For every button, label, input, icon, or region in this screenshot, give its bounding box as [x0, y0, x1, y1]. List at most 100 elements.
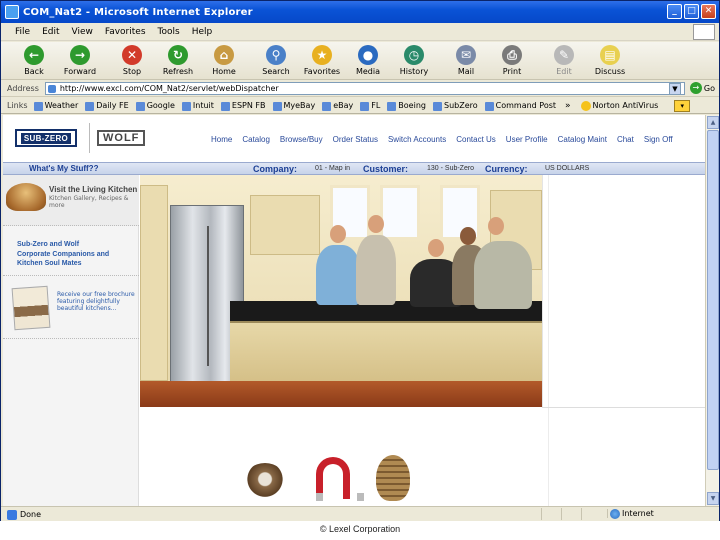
link-myebay[interactable]: MyeBay: [271, 101, 321, 111]
link-command-post[interactable]: Command Post: [483, 101, 561, 111]
link-google[interactable]: Google: [134, 101, 180, 111]
subzero-logo[interactable]: SUB-ZERO: [15, 129, 77, 147]
toolbar-label: Search: [262, 67, 290, 76]
nav-sign-off[interactable]: Sign Off: [644, 135, 673, 144]
norton-options-icon[interactable]: ▾: [674, 99, 691, 112]
stop-button[interactable]: ✕ Stop: [109, 45, 155, 76]
currency-label: Currency:: [485, 164, 528, 174]
living-kitchen-promo[interactable]: Visit the Living Kitchen Kitchen Gallery…: [3, 175, 139, 226]
links-label: Links: [7, 101, 28, 110]
right-column-divider: [548, 175, 549, 506]
link-fl[interactable]: FL: [358, 101, 385, 111]
whats-my-stuff-link[interactable]: What's My Stuff??: [29, 164, 98, 173]
title-bar[interactable]: COM_Nat2 - Microsoft Internet Explorer _…: [1, 1, 719, 23]
discuss-button[interactable]: ▤ Discuss: [587, 45, 633, 76]
favorites-star-icon: ★: [312, 45, 332, 65]
address-input[interactable]: http://www.excl.com/COM_Nat2/servlet/web…: [44, 82, 685, 95]
toolbar-label: Refresh: [162, 67, 194, 76]
home-button[interactable]: ⌂ Home: [201, 45, 247, 76]
history-icon: ◷: [404, 45, 424, 65]
nav-home[interactable]: Home: [211, 135, 232, 144]
favorites-button[interactable]: ★ Favorites: [299, 45, 345, 76]
discuss-icon: ▤: [600, 45, 620, 65]
menu-tools[interactable]: Tools: [152, 27, 186, 37]
brochure-promo[interactable]: Receive our free brochure featuring deli…: [3, 277, 139, 339]
pie-image: [6, 183, 46, 211]
forward-button[interactable]: → Forward: [57, 45, 103, 76]
link-boeing[interactable]: Boeing: [385, 101, 431, 111]
go-button[interactable]: → Go: [689, 82, 715, 94]
print-button[interactable]: ⎙ Print: [489, 45, 535, 76]
toolbar-label: Back: [24, 67, 44, 76]
search-button[interactable]: ⚲ Search: [253, 45, 299, 76]
menu-edit[interactable]: Edit: [36, 27, 65, 37]
menu-view[interactable]: View: [66, 27, 99, 37]
status-bar: Done Internet: [1, 506, 719, 521]
toolbar-label: Print: [502, 67, 522, 76]
customer-value: 130 - Sub-Zero: [427, 165, 475, 172]
maximize-button[interactable]: □: [684, 4, 699, 19]
minimize-button[interactable]: _: [667, 4, 682, 19]
toolbar-label: Media: [355, 67, 381, 76]
nav-order-status[interactable]: Order Status: [333, 135, 378, 144]
scroll-thumb[interactable]: [707, 130, 719, 470]
links-overflow-chevron-icon[interactable]: »: [565, 101, 571, 111]
link-ebay[interactable]: eBay: [320, 101, 358, 111]
nav-user-profile[interactable]: User Profile: [506, 135, 548, 144]
edit-button[interactable]: ✎ Edit: [541, 45, 587, 76]
right-panel-divider: [542, 407, 705, 408]
media-button[interactable]: ● Media: [345, 45, 391, 76]
brochure-text: Receive our free brochure featuring deli…: [57, 291, 135, 312]
status-divider: [561, 508, 562, 520]
link-intuit[interactable]: Intuit: [180, 101, 219, 111]
nav-switch-accounts[interactable]: Switch Accounts: [388, 135, 446, 144]
companions-promo[interactable]: Sub-Zero and Wolf Corporate Companions a…: [3, 227, 139, 276]
person-figure: [474, 241, 532, 309]
norton-antivirus-toolbar[interactable]: Norton AntiVirus: [580, 101, 658, 111]
link-subzero[interactable]: SubZero: [431, 101, 483, 111]
toolbar-label: Edit: [556, 67, 572, 76]
refresh-button[interactable]: ↻ Refresh: [155, 45, 201, 76]
scroll-down-icon[interactable]: ▼: [707, 492, 719, 505]
menu-help[interactable]: Help: [186, 27, 219, 37]
person-figure: [356, 235, 396, 305]
link-weather[interactable]: Weather: [32, 101, 84, 111]
wolf-logo[interactable]: WOLF: [97, 128, 167, 148]
history-button[interactable]: ◷ History: [391, 45, 437, 76]
page-viewport: SUB-ZERO WOLF Home Catalog Browse/Buy Order…: [3, 115, 705, 506]
nav-catalog-maint[interactable]: Catalog Maint: [558, 135, 607, 144]
status-divider: [581, 508, 582, 520]
vertical-scrollbar[interactable]: ▲ ▼: [705, 115, 719, 506]
companions-subtitle: Corporate Companions and Kitchen Soul Ma…: [17, 251, 110, 267]
menu-file[interactable]: File: [9, 27, 36, 37]
toolbar-label: Discuss: [594, 67, 626, 76]
link-daily-fe[interactable]: Daily FE: [83, 101, 133, 111]
scroll-up-icon[interactable]: ▲: [707, 116, 719, 129]
forward-arrow-icon: →: [70, 45, 90, 65]
living-kitchen-subtitle: Kitchen Gallery, Recipes & more: [49, 195, 129, 209]
close-button[interactable]: ✕: [701, 4, 716, 19]
nav-chat[interactable]: Chat: [617, 135, 634, 144]
browser-window: COM_Nat2 - Microsoft Internet Explorer _…: [0, 0, 720, 521]
menu-favorites[interactable]: Favorites: [99, 27, 152, 37]
bird-nest-image[interactable]: [244, 463, 286, 499]
beehive-image[interactable]: [376, 455, 410, 501]
nav-browse-buy[interactable]: Browse/Buy: [280, 135, 323, 144]
edit-icon: ✎: [554, 45, 574, 65]
ie-icon: [5, 5, 19, 19]
left-sidebar: Visit the Living Kitchen Kitchen Gallery…: [3, 175, 139, 506]
nav-catalog[interactable]: Catalog: [242, 135, 270, 144]
mail-button[interactable]: ✉ Mail: [443, 45, 489, 76]
security-zone: Internet: [607, 509, 654, 519]
go-label: Go: [703, 83, 715, 93]
magnet-image[interactable]: [316, 457, 364, 501]
right-panel: [542, 175, 705, 407]
back-button[interactable]: ← Back: [11, 45, 57, 76]
customer-label: Customer:: [363, 164, 409, 174]
toolbar-label: Stop: [122, 67, 142, 76]
wood-floor: [140, 381, 542, 407]
nav-contact-us[interactable]: Contact Us: [456, 135, 496, 144]
address-dropdown-icon[interactable]: ▼: [669, 83, 681, 95]
toolbar-label: Home: [212, 67, 236, 76]
link-espn-fb[interactable]: ESPN FB: [219, 101, 271, 111]
